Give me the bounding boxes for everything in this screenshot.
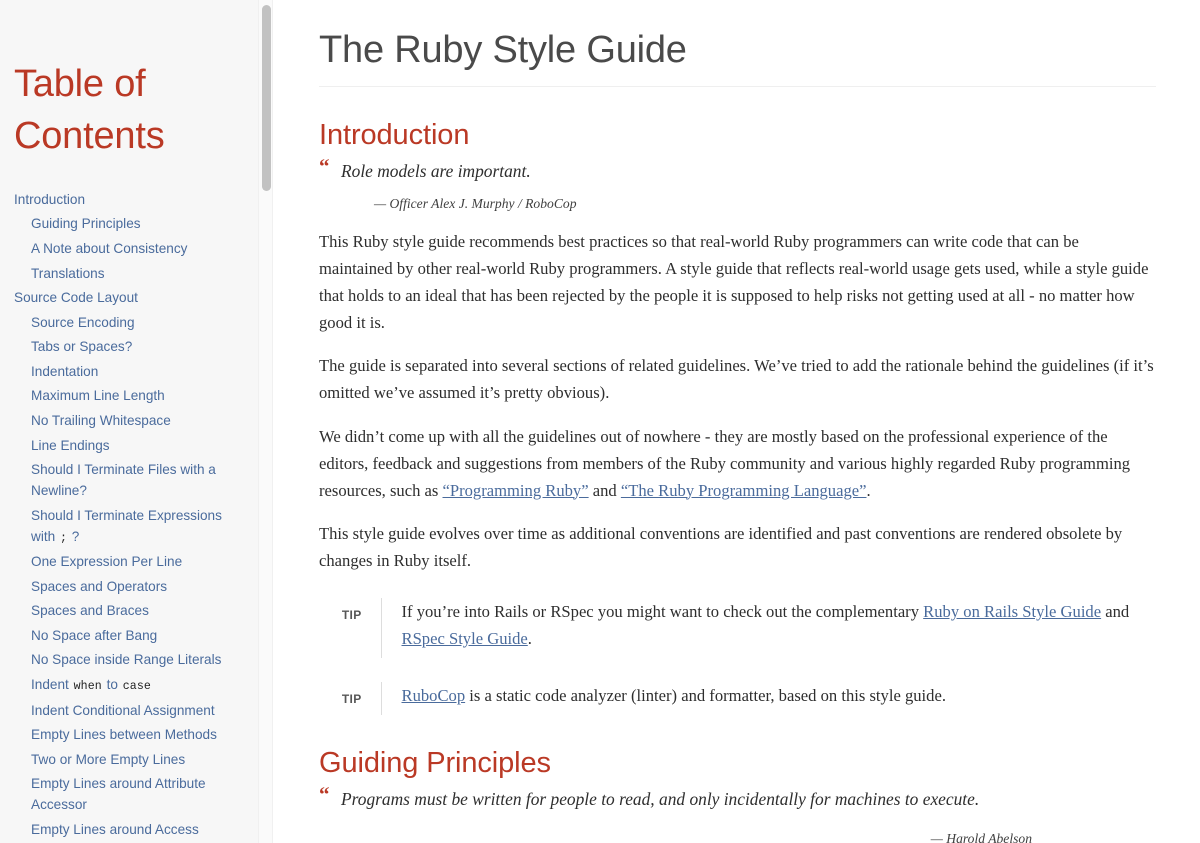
toc-item-source-code-layout[interactable]: Source Code Layout	[14, 287, 240, 308]
toc-item-empty-lines-between-methods[interactable]: Empty Lines between Methods	[14, 724, 240, 745]
toc-item-guiding-principles[interactable]: Guiding Principles	[14, 213, 240, 234]
intro-p3-between: and	[588, 480, 621, 500]
section-heading-introduction: Introduction	[319, 119, 470, 151]
intro-paragraph-2: The guide is separated into several sect…	[319, 356, 1154, 403]
link-programming-ruby[interactable]: “Programming Ruby”	[443, 481, 589, 500]
toc-item-label: No Space after Bang	[31, 627, 158, 643]
tip-label-2: TIP	[341, 691, 362, 706]
tip-body-2: RuboCop is a static code analyzer (linte…	[380, 681, 1156, 715]
toc-item-tabs-or-spaces[interactable]: Tabs or Spaces?	[14, 336, 240, 357]
tip-body-1: If you’re into Rails or RSpec you might …	[380, 597, 1156, 658]
tip2-after: is a static code analyzer (linter) and f…	[465, 685, 946, 705]
document-content: The Ruby Style Guide Introduction “ Role …	[273, 0, 1200, 843]
tip1-between: and	[1101, 601, 1130, 621]
toc-item-empty-lines-around-attribute-accessor[interactable]: Empty Lines around Attribute Accessor	[14, 773, 240, 815]
toc-item-label: Tabs or Spaces?	[31, 339, 133, 355]
toc-item-label: Indentation	[31, 363, 99, 379]
toc-item-should-i-terminate-expressions-with[interactable]: Should I Terminate Expressions with ; ?	[14, 505, 240, 548]
toc-item-label: No Space inside Range Literals	[31, 652, 222, 668]
toc-item-label: ?	[68, 528, 80, 544]
toc-item-code: case	[122, 680, 151, 694]
toc-item-spaces-and-braces[interactable]: Spaces and Braces	[14, 600, 240, 621]
intro-p3-after: .	[866, 480, 871, 500]
toc-item-no-space-inside-range-literals[interactable]: No Space inside Range Literals	[14, 649, 240, 670]
page-title: The Ruby Style Guide	[319, 29, 1156, 87]
intro-paragraph-4: This style guide evolves over time as ad…	[319, 523, 1123, 570]
toc-item-label: Maximum Line Length	[31, 388, 165, 404]
toc-item-label: Guiding Principles	[31, 216, 141, 232]
toc-item-no-space-after-bang[interactable]: No Space after Bang	[14, 625, 240, 646]
intro-paragraph-3: We didn’t come up with all the guideline…	[319, 423, 1156, 504]
link-ruby-on-rails-style-guide[interactable]: Ruby on Rails Style Guide	[923, 602, 1101, 621]
toc-item-should-i-terminate-files-with-a-newline[interactable]: Should I Terminate Files with a Newline?	[14, 459, 240, 501]
tip-admonition-1: TIP If you’re into Rails or RSpec you mi…	[319, 597, 1156, 658]
toc-item-label: A Note about Consistency	[31, 241, 188, 256]
toc-item-label: Empty Lines around Access Modifier	[31, 821, 199, 843]
tip-label-1: TIP	[341, 607, 362, 622]
tip1-after: .	[527, 628, 532, 648]
toc-item-label: Spaces and Operators	[31, 578, 168, 594]
toc-item-empty-lines-around-access-modifier[interactable]: Empty Lines around Access Modifier	[14, 819, 240, 843]
section-heading-guiding-principles: Guiding Principles	[319, 746, 551, 779]
attribution-author: — Harold Abelson	[930, 831, 1032, 843]
quote-mark-icon: “	[319, 781, 330, 806]
toc-item-label: Introduction	[14, 191, 86, 207]
toc-item-introduction[interactable]: Introduction	[14, 189, 240, 210]
toc-item-label: to	[102, 677, 122, 693]
toc-item-label: Indent Conditional Assignment	[31, 702, 215, 718]
toc-item-label: Source Code Layout	[14, 290, 138, 306]
toc-item-no-trailing-whitespace[interactable]: No Trailing Whitespace	[14, 410, 240, 431]
toc-item-label: Empty Lines between Methods	[31, 727, 217, 743]
toc-item-translations[interactable]: Translations	[14, 263, 240, 284]
toc-item-code: when	[73, 680, 102, 694]
quote-attribution-guiding-principles: — Harold Abelson Structure and Interpret…	[319, 828, 1156, 843]
toc-item-label: Indent	[31, 677, 73, 693]
quote-text-introduction: “ Role models are important.	[319, 154, 1156, 184]
table-of-contents-sidebar: Table of Contents Introduction Guiding Pr…	[0, 0, 258, 843]
link-rubocop[interactable]: RuboCop	[402, 686, 466, 705]
page-root: Table of Contents Introduction Guiding Pr…	[0, 0, 1200, 843]
quote-mark-icon: “	[319, 154, 330, 178]
toc-nav-list: Introduction Guiding Principles A Note abo…	[14, 189, 240, 843]
toc-item-one-expression-per-line[interactable]: One Expression Per Line	[14, 551, 240, 572]
quote-body: Programs must be written for people to r…	[341, 788, 980, 809]
quote-block-introduction: “ Role models are important. — Officer Al…	[319, 154, 1156, 212]
toc-title: Table of Contents	[14, 63, 165, 158]
toc-item-spaces-and-operators[interactable]: Spaces and Operators	[14, 576, 240, 597]
toc-item-label: Line Endings	[31, 437, 110, 453]
toc-item-label: Empty Lines around Attribute Accessor	[31, 776, 206, 813]
quote-body: Role models are important.	[341, 161, 531, 181]
toc-item-indent-when-to-case[interactable]: Indent when to case	[14, 674, 240, 696]
toc-item-label: Two or More Empty Lines	[31, 751, 186, 767]
intro-paragraph-1: This Ruby style guide recommends best pr…	[319, 232, 1149, 333]
toc-item-indentation[interactable]: Indentation	[14, 361, 240, 382]
toc-item-line-endings[interactable]: Line Endings	[14, 435, 240, 456]
sidebar-scrollbar-track[interactable]	[258, 0, 273, 843]
quote-block-guiding-principles: “ Programs must be written for people to …	[319, 781, 1156, 843]
toc-item-label: Should I Terminate Files with a Newline?	[31, 462, 216, 499]
toc-item-maximum-line-length[interactable]: Maximum Line Length	[14, 385, 240, 406]
toc-item-label: One Expression Per Line	[31, 554, 183, 570]
toc-item-source-encoding[interactable]: Source Encoding	[14, 312, 240, 333]
toc-item-label: Source Encoding	[31, 314, 135, 330]
link-ruby-programming-language[interactable]: “The Ruby Programming Language”	[621, 481, 867, 500]
toc-item-two-or-more-empty-lines[interactable]: Two or More Empty Lines	[14, 749, 240, 770]
sidebar-scrollbar-thumb[interactable]	[261, 5, 271, 191]
toc-item-label: No Trailing Whitespace	[31, 412, 171, 428]
toc-item-label: Translations	[31, 265, 105, 281]
toc-item-a-note-about-consistency[interactable]: A Note about Consistency	[14, 238, 240, 259]
quote-text-guiding-principles: “ Programs must be written for people to …	[319, 781, 1156, 812]
tip1-before: If you’re into Rails or RSpec you might …	[401, 601, 924, 621]
quote-attribution-introduction: — Officer Alex J. Murphy / RoboCop	[374, 196, 577, 212]
link-rspec-style-guide[interactable]: RSpec Style Guide	[402, 629, 528, 648]
toc-item-indent-conditional-assignment[interactable]: Indent Conditional Assignment	[14, 700, 240, 721]
tip-admonition-2: TIP RuboCop is a static code analyzer (l…	[319, 681, 1156, 715]
toc-item-label: Spaces and Braces	[31, 603, 149, 619]
toc-item-code: ;	[59, 531, 68, 545]
